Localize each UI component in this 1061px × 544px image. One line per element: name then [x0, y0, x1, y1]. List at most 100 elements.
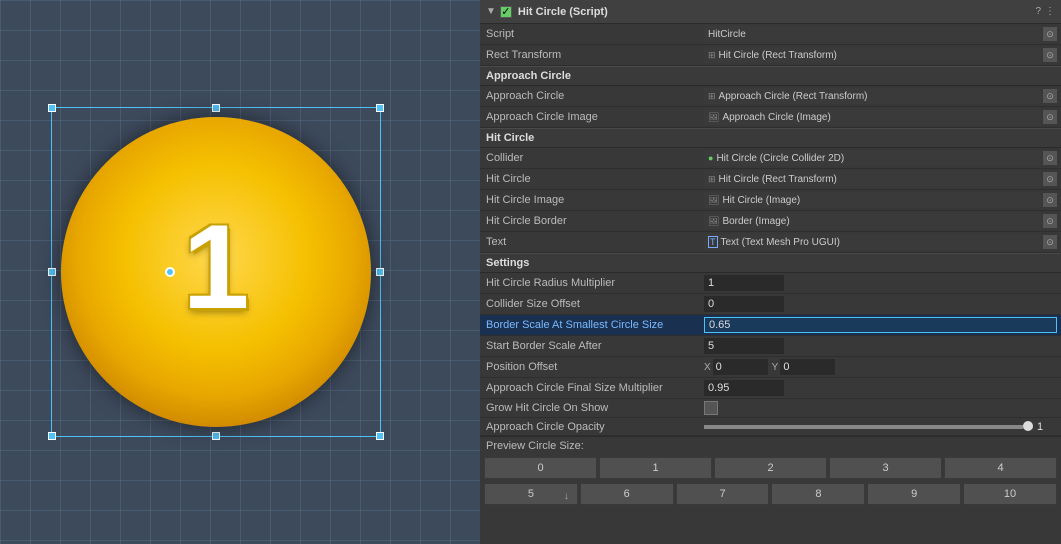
preview-btn-4[interactable]: 4 — [944, 457, 1057, 479]
approach-final-label: Approach Circle Final Size Multiplier — [480, 381, 700, 395]
opacity-slider-thumb[interactable] — [1023, 421, 1033, 431]
collider-ref[interactable]: ● Hit Circle (Circle Collider 2D) — [704, 150, 1041, 166]
collider-label: Collider — [480, 151, 700, 165]
script-label: Script — [480, 27, 700, 41]
grow-hit-label: Grow Hit Circle On Show — [480, 401, 700, 415]
approach-circle-image-row: Approach Circle Image 🖼 Approach Circle … — [480, 107, 1061, 128]
script-ref-field[interactable]: HitCircle — [704, 26, 1041, 42]
approach-circle-dot — [165, 267, 175, 277]
preview-btn-9[interactable]: 9 — [867, 483, 961, 505]
radius-multiplier-label: Hit Circle Radius Multiplier — [480, 276, 700, 290]
script-row: Script HitCircle ⊙ — [480, 24, 1061, 45]
handle-bottom-right[interactable] — [376, 432, 384, 440]
collider-value: ● Hit Circle (Circle Collider 2D) ⊙ — [700, 149, 1061, 167]
preview-btn-5[interactable]: 5↓ — [484, 483, 578, 505]
text-ref[interactable]: T Text (Text Mesh Pro UGUI) — [704, 234, 1041, 250]
start-border-row: Start Border Scale After — [480, 336, 1061, 357]
hit-circle-border-ref[interactable]: 🖼 Border (Image) — [704, 213, 1041, 229]
start-border-label: Start Border Scale After — [480, 339, 700, 353]
x-input[interactable] — [713, 359, 768, 375]
preview-btn-0[interactable]: 0 — [484, 457, 597, 479]
approach-circle-value: ⊞ Approach Circle (Rect Transform) ⊙ — [700, 87, 1061, 105]
preview-btn-6[interactable]: 6 — [580, 483, 674, 505]
rect-transform-ref[interactable]: ⊞ Hit Circle (Rect Transform) — [704, 47, 1041, 63]
start-border-value — [700, 337, 1061, 355]
preview-btn-2[interactable]: 2 — [714, 457, 827, 479]
hit-circle-border-value: 🖼 Border (Image) ⊙ — [700, 212, 1061, 230]
preview-btn-7[interactable]: 7 — [676, 483, 770, 505]
radius-multiplier-value — [700, 274, 1061, 292]
hit-circle-image-row: Hit Circle Image 🖼 Hit Circle (Image) ⊙ — [480, 190, 1061, 211]
collider-size-input[interactable] — [704, 296, 784, 312]
hit-circle-border-reset[interactable]: ⊙ — [1043, 214, 1057, 228]
help-icon[interactable]: ? — [1035, 6, 1041, 17]
hit-circle-field-row: Hit Circle ⊞ Hit Circle (Rect Transform)… — [480, 169, 1061, 190]
radius-multiplier-row: Hit Circle Radius Multiplier — [480, 273, 1061, 294]
hit-circle-field-value: ⊞ Hit Circle (Rect Transform) ⊙ — [700, 170, 1061, 188]
preview-section: Preview Circle Size: 0 1 2 3 4 5↓ 6 7 8 … — [480, 436, 1061, 507]
y-input[interactable] — [780, 359, 835, 375]
approach-circle-image-reset[interactable]: ⊙ — [1043, 110, 1057, 124]
collider-reset[interactable]: ⊙ — [1043, 151, 1057, 165]
y-field: Y — [772, 359, 836, 375]
inspector-body[interactable]: Script HitCircle ⊙ Rect Transform ⊞ Hit … — [480, 24, 1061, 544]
hit-circle-field-ref[interactable]: ⊞ Hit Circle (Rect Transform) — [704, 171, 1041, 187]
handle-bottom-left[interactable] — [48, 432, 56, 440]
text-reset[interactable]: ⊙ — [1043, 235, 1057, 249]
rect-transform-row: Rect Transform ⊞ Hit Circle (Rect Transf… — [480, 45, 1061, 66]
inspector-panel: ▼ ✓ Hit Circle (Script) ? ⋮ Script HitCi… — [480, 0, 1061, 544]
grow-hit-toggle[interactable] — [704, 401, 718, 415]
approach-opacity-value: 1 — [700, 420, 1061, 434]
approach-circle-row: Approach Circle ⊞ Approach Circle (Rect … — [480, 86, 1061, 107]
x-label: X — [704, 362, 711, 373]
hit-circle-image-label: Hit Circle Image — [480, 193, 700, 207]
preview-buttons-row-2: 5↓ 6 7 8 9 10 — [480, 481, 1061, 507]
hit-circle-section: Hit Circle — [480, 128, 1061, 148]
radius-multiplier-input[interactable] — [704, 275, 784, 291]
handle-top-right[interactable] — [376, 104, 384, 112]
hit-circle-field-reset[interactable]: ⊙ — [1043, 172, 1057, 186]
hit-circle-image-ref[interactable]: 🖼 Hit Circle (Image) — [704, 192, 1041, 208]
hit-circle-image-value: 🖼 Hit Circle (Image) ⊙ — [700, 191, 1061, 209]
approach-circle-image-ref[interactable]: 🖼 Approach Circle (Image) — [704, 109, 1041, 125]
component-header: ▼ ✓ Hit Circle (Script) ? ⋮ — [480, 0, 1061, 24]
fold-icon[interactable]: ▼ — [486, 6, 496, 17]
preview-btn-8[interactable]: 8 — [771, 483, 865, 505]
component-title: Hit Circle (Script) — [518, 6, 1036, 18]
hit-circle-image-reset[interactable]: ⊙ — [1043, 193, 1057, 207]
collider-size-value — [700, 295, 1061, 313]
handle-mid-right[interactable] — [376, 268, 384, 276]
header-icons: ? ⋮ — [1035, 6, 1055, 17]
start-border-input[interactable] — [704, 338, 784, 354]
grow-hit-row: Grow Hit Circle On Show — [480, 399, 1061, 418]
scene-grid: 1 — [0, 0, 480, 544]
scene-panel: 1 — [0, 0, 480, 544]
hit-circle-border-label: Hit Circle Border — [480, 214, 700, 228]
preview-btn-1[interactable]: 1 — [599, 457, 712, 479]
component-checkbox[interactable]: ✓ — [500, 6, 512, 18]
script-reset[interactable]: ⊙ — [1043, 27, 1057, 41]
approach-final-input[interactable] — [704, 380, 784, 396]
preview-btn-3[interactable]: 3 — [829, 457, 942, 479]
border-scale-input[interactable] — [704, 317, 1057, 333]
rect-transform-reset[interactable]: ⊙ — [1043, 48, 1057, 62]
opacity-slider-container[interactable]: 1 — [704, 421, 1057, 433]
xy-fields: X Y — [704, 359, 835, 375]
approach-circle-reset[interactable]: ⊙ — [1043, 89, 1057, 103]
opacity-slider-track[interactable] — [704, 425, 1033, 429]
position-offset-row: Position Offset X Y — [480, 357, 1061, 378]
hit-circle-container: 1 — [51, 107, 381, 437]
collider-size-row: Collider Size Offset — [480, 294, 1061, 315]
handle-bottom-mid[interactable] — [212, 432, 220, 440]
approach-circle-image-label: Approach Circle Image — [480, 110, 700, 124]
approach-circle-ref[interactable]: ⊞ Approach Circle (Rect Transform) — [704, 88, 1041, 104]
handle-top-mid[interactable] — [212, 104, 220, 112]
preview-buttons-row-1: 0 1 2 3 4 — [480, 455, 1061, 481]
approach-circle-image-value: 🖼 Approach Circle (Image) ⊙ — [700, 108, 1061, 126]
handle-mid-left[interactable] — [48, 268, 56, 276]
border-scale-row: Border Scale At Smallest Circle Size — [480, 315, 1061, 336]
preview-btn-10[interactable]: 10 — [963, 483, 1057, 505]
preview-label: Preview Circle Size: — [480, 437, 1061, 455]
handle-top-left[interactable] — [48, 104, 56, 112]
more-icon[interactable]: ⋮ — [1045, 6, 1055, 17]
